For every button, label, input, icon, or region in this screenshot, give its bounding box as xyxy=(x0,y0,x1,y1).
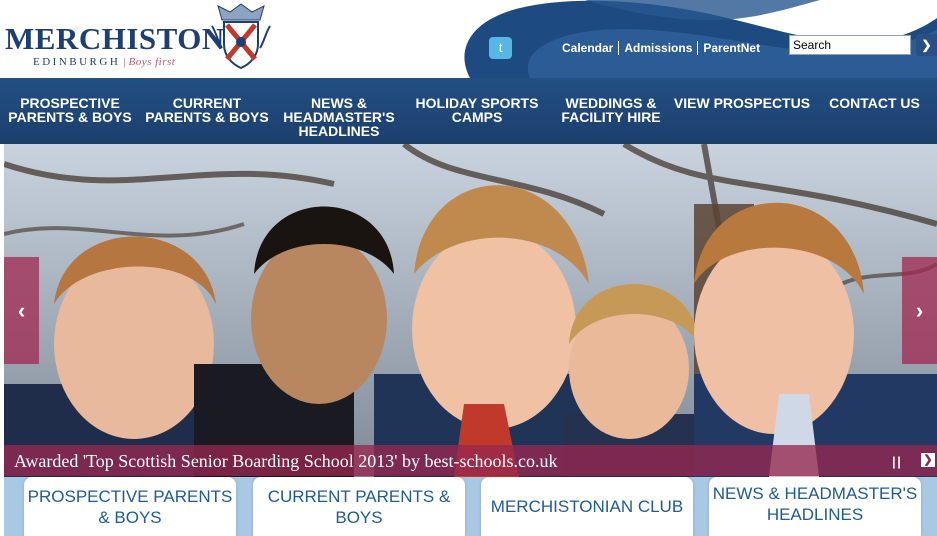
search-input[interactable] xyxy=(789,35,911,55)
search-submit-button[interactable]: ❯ xyxy=(916,34,937,56)
logo-subtitle: EDINBURGH | Boys first xyxy=(33,56,176,68)
logo-title[interactable]: MERCHISTON xyxy=(5,21,225,57)
tile-merchistonian-club[interactable]: MERCHISTONIAN CLUB xyxy=(481,477,693,536)
tile-current-parents[interactable]: CURRENT PARENTS & BOYS xyxy=(253,477,465,536)
nav-item-current-parents[interactable]: CURRENT PARENTS & BOYS xyxy=(140,78,274,144)
tile-news-headlines[interactable]: NEWS & HEADMASTER'S HEADLINES xyxy=(709,477,921,536)
nav-item-weddings-facility-hire[interactable]: WEDDINGS & FACILITY HIRE xyxy=(550,78,672,144)
hero-photo xyxy=(4,144,937,477)
tile-prospective-parents[interactable]: PROSPECTIVE PARENTS & BOYS xyxy=(24,477,236,536)
quick-links-band: PROSPECTIVE PARENTS & BOYS CURRENT PAREN… xyxy=(4,477,937,536)
logo-tagline: Boys first xyxy=(128,56,176,68)
top-links: Calendar Admissions ParentNet xyxy=(562,41,765,55)
nav-item-view-prospectus[interactable]: VIEW PROSPECTUS xyxy=(672,78,812,144)
site-header: MERCHISTON EDINBURGH | Boys first t Calend… xyxy=(0,0,937,78)
nav-item-prospective-parents[interactable]: PROSPECTIVE PARENTS & BOYS xyxy=(0,78,140,144)
top-link-parentnet[interactable]: ParentNet xyxy=(697,41,765,55)
hero-slideshow[interactable]: ‹ › Awarded 'Top Scottish Senior Boardin… xyxy=(4,144,937,477)
top-link-calendar[interactable]: Calendar xyxy=(562,41,618,55)
slideshow-prev-button[interactable]: ‹ xyxy=(4,257,39,364)
pause-icon[interactable]: | | xyxy=(892,454,901,469)
school-crest-icon[interactable] xyxy=(210,2,272,70)
chevron-right-icon: › xyxy=(915,298,924,323)
top-link-admissions[interactable]: Admissions xyxy=(618,41,697,55)
chevron-left-icon: ‹ xyxy=(17,298,26,323)
nav-item-contact-us[interactable]: CONTACT US xyxy=(812,78,937,144)
slideshow-caption[interactable]: Awarded 'Top Scottish Senior Boarding Sc… xyxy=(14,451,558,472)
main-navigation: PROSPECTIVE PARENTS & BOYS CURRENT PAREN… xyxy=(0,78,937,144)
slideshow-caption-bar: Awarded 'Top Scottish Senior Boarding Sc… xyxy=(4,445,937,476)
twitter-icon[interactable]: t xyxy=(489,37,512,59)
slideshow-next-button[interactable]: › xyxy=(902,257,937,364)
nav-item-news-headlines[interactable]: NEWS & HEADMASTER'S HEADLINES xyxy=(274,78,404,144)
close-icon[interactable]: ❯ xyxy=(921,453,935,467)
logo-location: EDINBURGH xyxy=(33,56,121,68)
arrow-right-icon: ❯ xyxy=(921,38,932,52)
nav-item-holiday-sports-camps[interactable]: HOLIDAY SPORTS CAMPS xyxy=(404,78,550,144)
